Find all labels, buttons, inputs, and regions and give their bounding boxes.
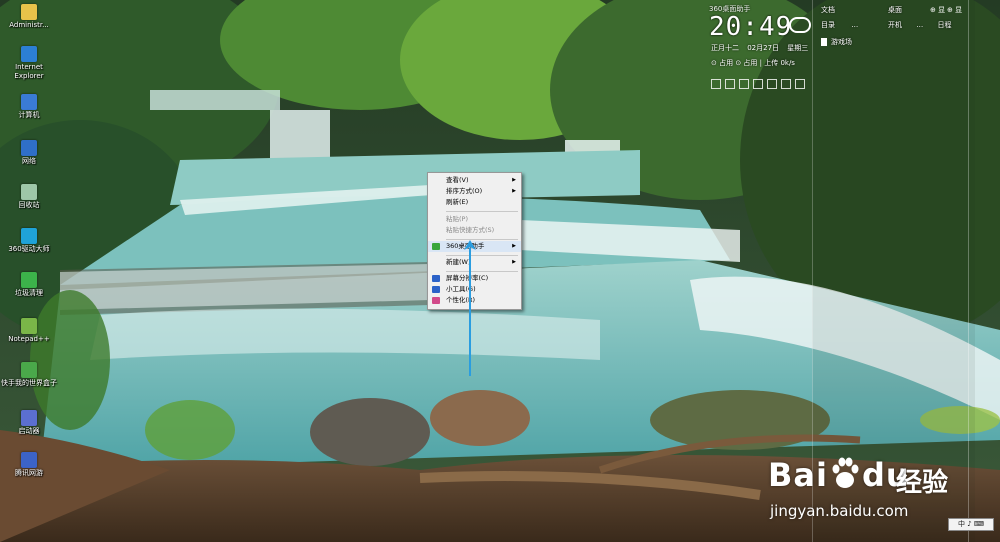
widget-tool-icon[interactable] bbox=[781, 79, 791, 89]
widget-date: 正月十二 02月27日 星期三 bbox=[711, 44, 809, 52]
desktop-icon-360-driver[interactable]: 360驱动大师 bbox=[0, 228, 58, 254]
fence-file-label: 游戏场 bbox=[831, 38, 852, 46]
desktop-icon-label: 计算机 bbox=[18, 111, 40, 119]
submenu-arrow-icon: ▶ bbox=[512, 243, 516, 249]
menu-separator bbox=[446, 211, 518, 212]
widget-tool-icon[interactable] bbox=[739, 79, 749, 89]
watermark-jingyan: 经验 bbox=[896, 468, 949, 498]
menu-separator bbox=[446, 271, 518, 272]
network-icon bbox=[21, 140, 37, 156]
widget-toolbar bbox=[711, 74, 811, 89]
weather-cloud-icon[interactable] bbox=[789, 17, 811, 33]
fence-tabs[interactable]: 开机 … 日程 bbox=[888, 20, 951, 30]
desktop-icon-tencent-games[interactable]: 腾讯网游 bbox=[0, 452, 58, 478]
desktop-icon-label: Administr... bbox=[9, 21, 49, 29]
menu-item-paste: 粘贴(P) bbox=[446, 215, 468, 223]
personalize-icon bbox=[432, 297, 440, 304]
desktop-icon-label: 360驱动大师 bbox=[8, 245, 50, 253]
desktop-fence-desktop[interactable]: 桌面 ⊕ 显 开机 … 日程 bbox=[878, 0, 1000, 40]
desktop-icon-label: 启动器 bbox=[18, 427, 40, 435]
input-method-bar[interactable]: 中 ♪ ⌨ bbox=[948, 518, 994, 531]
baidu-logo: Bai du bbox=[768, 456, 910, 494]
desktop-icon-column: Administr... Internet Explorer 计算机 网络 回收… bbox=[0, 0, 60, 542]
gadgets-icon bbox=[432, 286, 440, 293]
recycle-bin-icon bbox=[21, 184, 37, 200]
desktop-icon-computer[interactable]: 计算机 bbox=[0, 94, 58, 120]
menu-separator bbox=[446, 239, 518, 240]
desktop-icon-label: 网络 bbox=[22, 157, 36, 165]
submenu-arrow-icon: ▶ bbox=[512, 177, 516, 183]
desktop-icon-recycle-bin[interactable]: 回收站 bbox=[0, 184, 58, 210]
paw-icon bbox=[832, 457, 859, 488]
junk-cleaner-icon bbox=[21, 272, 37, 288]
desktop-icon-network[interactable]: 网络 bbox=[0, 140, 58, 166]
widget-tool-icon[interactable] bbox=[753, 79, 763, 89]
computer-icon bbox=[21, 94, 37, 110]
fence-title: 桌面 bbox=[888, 6, 902, 14]
menu-item-refresh[interactable]: 刷新(E) bbox=[428, 197, 521, 208]
menu-item-view[interactable]: 查看(V) ▶ bbox=[428, 175, 521, 186]
notepad-plus-icon bbox=[21, 318, 37, 334]
document-icon bbox=[821, 38, 827, 46]
widget-tool-icon[interactable] bbox=[767, 79, 777, 89]
tencent-games-icon bbox=[21, 452, 37, 468]
desktop-helper-widget[interactable]: 360桌面助手 20:49 正月十二 02月27日 星期三 ⊙ 占用 ⊙ 占用 … bbox=[705, 0, 815, 92]
submenu-arrow-icon: ▶ bbox=[512, 259, 516, 265]
watermark-url: jingyan.baidu.com bbox=[770, 502, 909, 520]
widget-clock: 20:49 bbox=[709, 12, 793, 42]
desktop-icon-label: 回收站 bbox=[18, 201, 40, 209]
menu-separator bbox=[446, 255, 518, 256]
desktop-icon-minecraft-box[interactable]: 快手我的世界盒子 bbox=[0, 362, 58, 388]
fence-toggle-button[interactable]: ⊕ 显 bbox=[930, 5, 945, 15]
user-folder-icon bbox=[21, 4, 37, 20]
widget-tool-icon[interactable] bbox=[795, 79, 805, 89]
launcher-icon bbox=[21, 410, 37, 426]
annotation-arrow-icon bbox=[462, 240, 478, 380]
desktop-helper-icon bbox=[432, 243, 440, 250]
widget-tool-icon[interactable] bbox=[725, 79, 735, 89]
fence-divider bbox=[968, 0, 969, 542]
minecraft-box-icon bbox=[21, 362, 37, 378]
desktop-icon-junk-cleaner[interactable]: 垃圾清理 bbox=[0, 272, 58, 298]
desktop-icon-internet-explorer[interactable]: Internet Explorer bbox=[0, 46, 58, 81]
desktop-icon-administrator[interactable]: Administr... bbox=[0, 4, 58, 30]
fence-title: 文档 bbox=[821, 6, 835, 14]
driver-master-icon bbox=[21, 228, 37, 244]
desktop-icon-label: 腾讯网游 bbox=[15, 469, 43, 477]
menu-item-paste-shortcut: 粘贴快捷方式(S) bbox=[446, 226, 495, 234]
desktop-icon-label: Notepad++ bbox=[8, 335, 50, 343]
widget-tool-icon[interactable] bbox=[711, 79, 721, 89]
desktop-icon-label: Internet Explorer bbox=[14, 63, 44, 80]
monitor-icon bbox=[432, 275, 440, 282]
fence-tabs[interactable]: 目录 … bbox=[821, 20, 858, 30]
desktop-icon-label: 垃圾清理 bbox=[15, 289, 43, 297]
desktop-icon-notepad-plus[interactable]: Notepad++ bbox=[0, 318, 58, 344]
desktop-icon-launcher[interactable]: 启动器 bbox=[0, 410, 58, 436]
submenu-arrow-icon: ▶ bbox=[512, 188, 516, 194]
desktop-icon-label: 快手我的世界盒子 bbox=[1, 379, 57, 387]
baidu-watermark: Bai du 经验 jingyan.baidu.com bbox=[764, 432, 964, 532]
fence-file-item[interactable]: 游戏场 bbox=[821, 37, 852, 47]
internet-explorer-icon bbox=[21, 46, 37, 62]
widget-status-row: ⊙ 占用 ⊙ 占用 | 上传 0k/s bbox=[711, 59, 795, 67]
menu-item-sort-by[interactable]: 排序方式(O) ▶ bbox=[428, 186, 521, 197]
